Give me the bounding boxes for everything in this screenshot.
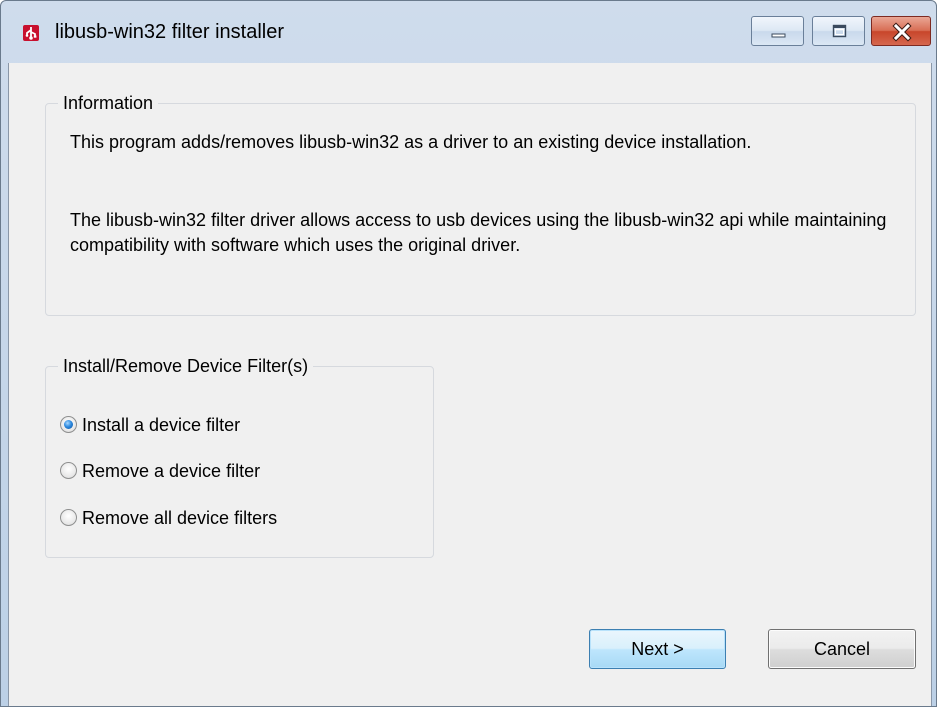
next-button[interactable]: Next >: [589, 629, 726, 669]
window-title: libusb-win32 filter installer: [55, 21, 284, 43]
filter-options-legend: Install/Remove Device Filter(s): [58, 355, 314, 377]
remove-all-filters-radio[interactable]: [60, 509, 77, 526]
installer-window: libusb-win32 filter installer Informatio…: [0, 0, 937, 707]
minimize-icon: [771, 33, 786, 38]
filter-options-group: Install/Remove Device Filter(s) Install …: [45, 355, 434, 558]
install-filter-radio[interactable]: [60, 416, 77, 433]
close-icon: [892, 22, 912, 42]
information-paragraph-1: This program adds/removes libusb-win32 a…: [70, 132, 752, 152]
information-legend: Information: [58, 92, 159, 114]
information-paragraph-2: The libusb-win32 filter driver allows ac…: [70, 210, 887, 255]
radio-selected-dot: [64, 420, 73, 429]
remove-all-filters-label[interactable]: Remove all device filters: [82, 506, 277, 530]
usb-app-icon: [23, 25, 39, 41]
remove-filter-radio[interactable]: [60, 462, 77, 479]
install-filter-label[interactable]: Install a device filter: [82, 413, 240, 437]
dialog-client-area: Information This program adds/removes li…: [8, 63, 932, 706]
maximize-button[interactable]: [812, 16, 865, 46]
minimize-button[interactable]: [751, 16, 804, 46]
information-group: Information This program adds/removes li…: [45, 92, 916, 316]
title-bar[interactable]: libusb-win32 filter installer: [1, 1, 936, 63]
maximize-icon: [832, 24, 847, 38]
cancel-button[interactable]: Cancel: [768, 629, 916, 669]
remove-filter-label[interactable]: Remove a device filter: [82, 459, 260, 483]
close-button[interactable]: [871, 16, 931, 46]
